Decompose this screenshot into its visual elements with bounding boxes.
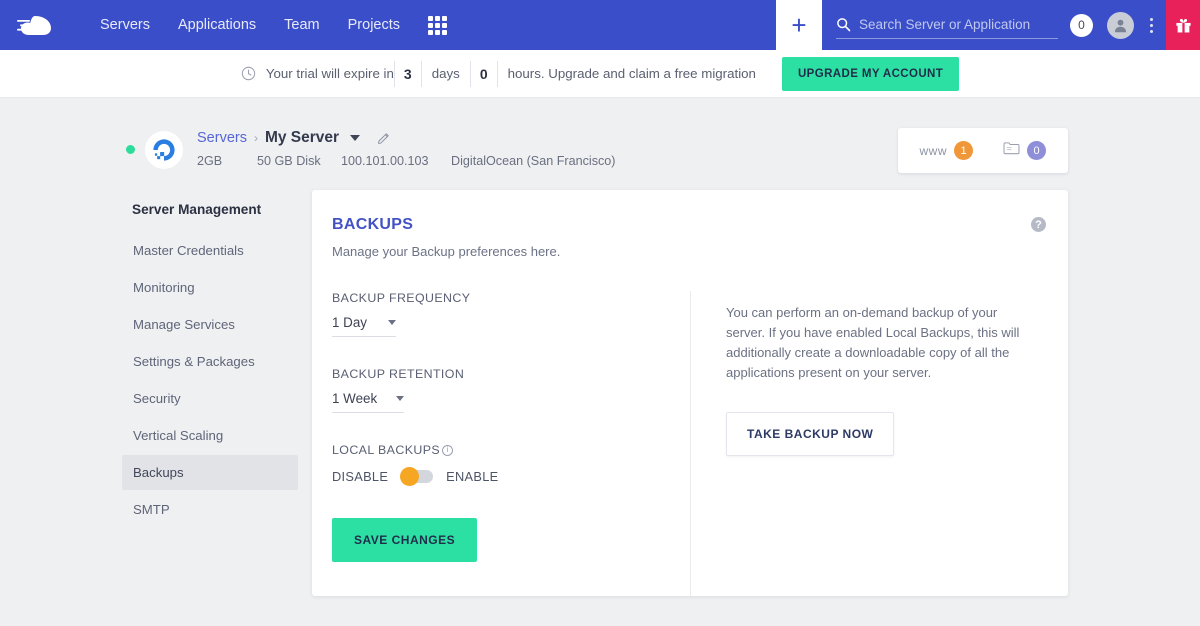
sidebar-item-monitoring[interactable]: Monitoring: [122, 270, 298, 305]
card-columns: BACKUP FREQUENCY 1 Day BACKUP RETENTION …: [312, 259, 1068, 596]
sidebar-item-security[interactable]: Security: [122, 381, 298, 416]
notification-count-badge[interactable]: 0: [1070, 13, 1093, 37]
trial-text-after: hours. Upgrade and claim a free migratio…: [507, 66, 756, 81]
nav-link-applications[interactable]: Applications: [164, 0, 270, 50]
take-backup-now-button[interactable]: TAKE BACKUP NOW: [726, 411, 895, 456]
chevron-down-icon: [388, 320, 396, 325]
clock-icon: [241, 66, 256, 81]
app-counts-panel: www 1 0: [897, 128, 1068, 173]
help-question-icon[interactable]: ?: [1031, 217, 1046, 232]
backup-frequency-field: BACKUP FREQUENCY 1 Day: [332, 291, 690, 337]
local-backups-label: LOCAL BACKUPS: [332, 443, 441, 457]
sidebar-item-master-credentials[interactable]: Master Credentials: [122, 233, 298, 268]
backup-frequency-value: 1 Day: [332, 315, 367, 330]
trial-banner-content: Your trial will expire in 3 days 0 hours…: [241, 56, 960, 91]
trial-hours-value: 0: [469, 60, 498, 87]
server-ram: 2GB: [197, 154, 223, 168]
local-backups-toggle-row: DISABLE ENABLE: [332, 467, 690, 486]
top-navigation-bar: Servers Applications Team Projects + 0: [0, 0, 1200, 50]
www-count-badge: 1: [954, 141, 973, 160]
page-title: BACKUPS: [332, 216, 414, 233]
server-stats: 2GB 50 GB Disk 100.101.00.103 DigitalOce…: [197, 154, 615, 168]
chevron-down-icon[interactable]: [350, 135, 361, 141]
trial-banner: Your trial will expire in 3 days 0 hours…: [0, 50, 1200, 98]
toggle-knob: [400, 467, 420, 486]
page-subtitle: Manage your Backup preferences here.: [332, 244, 561, 259]
nav-link-projects[interactable]: Projects: [334, 0, 414, 50]
server-disk: 50 GB Disk: [257, 154, 321, 168]
server-management-sidebar: Server Management Master Credentials Mon…: [122, 190, 298, 596]
backup-settings-form: BACKUP FREQUENCY 1 Day BACKUP RETENTION …: [312, 291, 690, 596]
server-meta: Servers › My Server 2GB 50 GB Disk 100.1…: [197, 126, 615, 168]
toggle-disable-label[interactable]: DISABLE: [332, 469, 388, 484]
server-header: Servers › My Server 2GB 50 GB Disk 100.1…: [0, 98, 1200, 190]
server-provider: DigitalOcean (San Francisco): [451, 154, 616, 168]
chevron-down-icon: [396, 396, 404, 401]
breadcrumb-servers-link[interactable]: Servers: [197, 130, 247, 146]
backup-retention-select[interactable]: 1 Week: [332, 391, 404, 413]
breadcrumb-separator: ›: [253, 131, 258, 145]
page-body: Server Management Master Credentials Mon…: [0, 190, 1200, 596]
www-icon: www: [919, 143, 947, 158]
folder-count-badge: 0: [1027, 141, 1046, 160]
user-avatar-icon[interactable]: [1107, 11, 1134, 39]
server-status-dot: [126, 145, 135, 154]
sidebar-item-backups[interactable]: Backups: [122, 455, 298, 490]
add-new-button[interactable]: +: [776, 0, 822, 50]
toggle-enable-label[interactable]: ENABLE: [446, 469, 498, 484]
sidebar-title: Server Management: [132, 202, 262, 217]
sidebar-item-manage-services[interactable]: Manage Services: [122, 307, 298, 342]
breadcrumb-server-name[interactable]: My Server: [265, 129, 339, 147]
upgrade-my-account-button[interactable]: UPGRADE MY ACCOUNT: [781, 56, 960, 91]
folder-icon: [1003, 141, 1020, 160]
plus-icon: +: [791, 10, 807, 40]
breadcrumb: Servers › My Server: [197, 129, 615, 147]
backup-frequency-label: BACKUP FREQUENCY: [332, 291, 471, 305]
save-changes-button[interactable]: SAVE CHANGES: [332, 518, 478, 562]
info-circle-icon[interactable]: i: [442, 444, 454, 456]
trial-days-unit: days: [431, 66, 460, 81]
nav-link-servers[interactable]: Servers: [86, 0, 164, 50]
sidebar-item-smtp[interactable]: SMTP: [122, 492, 298, 527]
nav-right-group: 0: [822, 0, 1200, 50]
sidebar-item-vertical-scaling[interactable]: Vertical Scaling: [122, 418, 298, 453]
local-backups-label-row: LOCAL BACKUPS i: [332, 443, 690, 457]
trial-days-value: 3: [393, 60, 422, 87]
backup-retention-label: BACKUP RETENTION: [332, 367, 465, 381]
trial-text-before: Your trial will expire in: [265, 66, 394, 81]
on-demand-backup-panel: You can perform an on-demand backup of y…: [691, 291, 1068, 596]
gift-icon[interactable]: [1166, 0, 1200, 50]
search-input[interactable]: [859, 17, 1058, 32]
backup-frequency-select[interactable]: 1 Day: [332, 315, 396, 337]
primary-nav-links: Servers Applications Team Projects: [86, 0, 448, 50]
sidebar-item-settings-packages[interactable]: Settings & Packages: [122, 344, 298, 379]
pencil-edit-icon[interactable]: [377, 131, 391, 145]
backup-retention-field: BACKUP RETENTION 1 Week: [332, 367, 690, 413]
more-vertical-icon[interactable]: [1140, 17, 1162, 33]
search-container[interactable]: [836, 11, 1058, 39]
nav-link-team[interactable]: Team: [270, 0, 333, 50]
search-icon: [836, 17, 851, 32]
folder-app-count[interactable]: 0: [1003, 141, 1046, 160]
www-app-count[interactable]: www 1: [919, 141, 973, 160]
apps-grid-icon[interactable]: [428, 15, 448, 35]
cloudways-logo-icon[interactable]: [0, 0, 86, 50]
local-backups-field: LOCAL BACKUPS i DISABLE ENABLE: [332, 443, 690, 486]
digitalocean-logo-icon: [145, 131, 183, 169]
backup-retention-value: 1 Week: [332, 391, 378, 406]
local-backups-toggle[interactable]: [400, 467, 434, 486]
on-demand-backup-description: You can perform an on-demand backup of y…: [726, 305, 1020, 381]
server-ip: 100.101.00.103: [341, 154, 429, 168]
backups-card: BACKUPS Manage your Backup preferences h…: [312, 190, 1068, 596]
